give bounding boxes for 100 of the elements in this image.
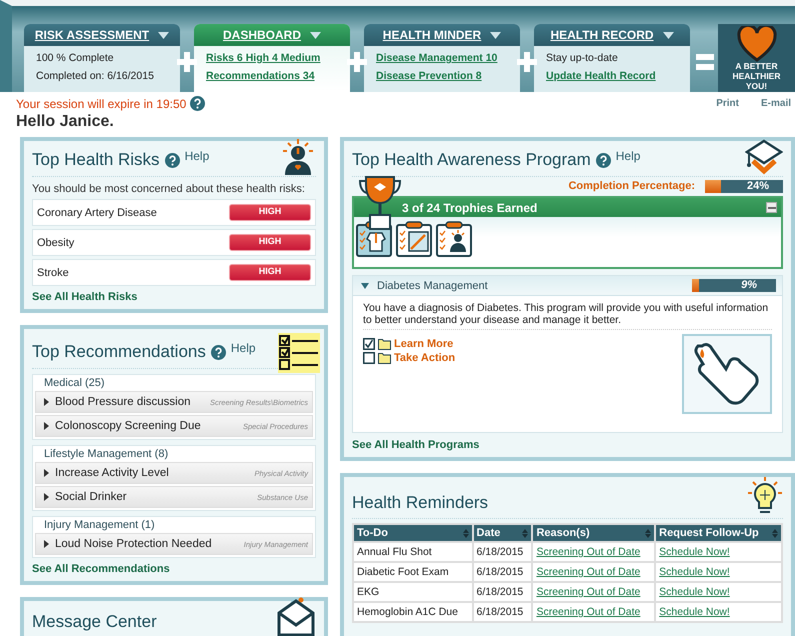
table-cell: Diabetic Foot Exam [354,563,472,581]
intro-text: You should be most concerned about these health risks: [32,183,306,195]
collapse-icon[interactable] [361,282,369,288]
nav-tab[interactable]: RISK ASSESSMENT 100 % Complete Completed on: 6/16/2015 [24,24,180,92]
plus-icon [177,52,197,72]
program-description: You have a diagnosis of Diabetes. This program will provide you with useful information to better understand your disease and manage it better. [363,302,772,330]
reason-link[interactable]: Screening Out of Date [536,546,640,558]
task-link[interactable]: Take Action [394,352,456,364]
clipboard-syringe-icon[interactable] [396,221,432,257]
nav-tab[interactable]: HEALTH MINDER Disease Management 10 Disease Prevention 8 [364,24,520,92]
group-title: Injury Management (1) [43,519,156,531]
table-cell: 6/18/2015 [474,603,532,621]
clipboard-person-icon[interactable] [436,221,472,257]
sort-icon [772,528,778,538]
card-title: Top Health Risks [32,150,160,170]
tab-text: Stay up-to-date [546,52,619,64]
column-header[interactable]: To-Do [354,525,472,541]
tab-link[interactable]: Risks 6 High 4 Medium [206,52,338,64]
risk-name: Coronary Artery Disease [37,206,157,218]
reason-link[interactable]: Screening Out of Date [536,606,640,618]
triangle-icon [44,422,49,430]
heart-icon [736,26,776,62]
plus-icon [347,52,367,72]
tab-text: Completed on: 6/16/2015 [36,70,155,82]
tab-text: 100 % Complete [36,52,115,64]
risk-level: HIGH [229,204,311,221]
risk-level: HIGH [229,264,311,281]
sort-icon [462,528,469,538]
equals-icon [696,54,714,70]
risk-name: Obesity [37,236,74,248]
progress-reading: 24% [746,180,770,192]
nav-tab[interactable]: DASHBOARD Risks 6 High 4 Medium Recommendations 34 [194,24,350,92]
reason-link[interactable]: Screening Out of Date [536,566,640,578]
triangle-icon [44,540,49,548]
card-title: Message Center [32,612,157,632]
see-all-link[interactable]: See All Health Risks [32,291,316,303]
print-link[interactable]: Print [716,98,739,109]
schedule-link[interactable]: Schedule Now! [659,546,730,558]
table-cell: EKG [354,583,472,601]
table-cell: 6/18/2015 [474,543,532,561]
folder-icon [378,338,391,350]
help-icon[interactable] [164,152,180,168]
help-link[interactable]: Help [616,149,640,163]
risk-level: HIGH [229,234,311,251]
collapse-button[interactable] [766,202,777,213]
table-cell: 6/18/2015 [474,583,532,601]
email-link[interactable]: E-mail [760,98,791,109]
group-title: Medical (25) [43,377,106,389]
schedule-link[interactable]: Schedule Now! [659,586,730,598]
checkbox[interactable] [363,352,375,364]
session-notice: Your session will expire in 19:50 [16,96,186,110]
column-header[interactable]: Reason(s) [533,525,654,541]
checklist-icon [278,333,320,373]
reason-link[interactable]: Screening Out of Date [536,586,640,598]
caret-icon [490,32,502,38]
sort-icon [645,528,652,538]
table-cell: 6/18/2015 [474,563,532,581]
table-cell: Hemoglobin A1C Due [354,603,472,621]
sort-icon [522,528,528,538]
help-link[interactable]: Help [184,149,210,163]
see-all-link[interactable]: See All Recommendations [32,563,316,575]
completion-label: Completion Percentage: [568,180,695,192]
program-name[interactable]: Diabetes Management [377,280,488,292]
tab-link[interactable]: Disease Prevention 8 [376,70,508,82]
tab-link[interactable]: Update Health Record [546,70,678,82]
graduation-cap-icon [745,139,783,175]
schedule-link[interactable]: Schedule Now! [659,606,730,618]
clipboard-coat-icon[interactable] [356,221,392,257]
finger-drop-icon [682,334,772,414]
schedule-link[interactable]: Schedule Now! [659,566,730,578]
nav-tab[interactable]: HEALTH RECORD Stay up-to-date Update Health Record [534,24,690,92]
greeting: Hello Janice. [15,112,115,132]
triangle-icon [44,469,49,477]
card-title: Health Reminders [352,493,488,513]
column-header[interactable]: Date [474,525,532,541]
slogan: A BETTER HEALTHIER YOU! [731,62,782,92]
caret-icon [158,32,170,38]
help-icon[interactable] [596,152,611,168]
checkbox[interactable] [363,338,375,350]
help-link[interactable]: Help [230,341,256,355]
tab-link[interactable]: Recommendations 34 [206,70,338,82]
table-cell: Annual Flu Shot [354,543,472,561]
triangle-icon [44,398,49,406]
card-title: Top Health Awareness Program [352,150,591,170]
see-all-link[interactable]: See All Health Programs [352,439,783,451]
card-title: Top Recommendations [32,342,206,362]
tab-link[interactable]: Disease Management 10 [376,52,508,64]
light-bulb-icon [747,477,783,515]
person-alert-icon [280,139,316,175]
progress-reading: 9% [740,279,758,291]
task-link[interactable]: Learn More [394,338,454,350]
help-icon[interactable] [190,96,206,111]
risk-name: Stroke [37,266,69,278]
plus-icon [517,52,537,72]
caret-icon [310,32,321,38]
column-header[interactable]: Request Follow-Up [656,525,781,541]
folder-icon [378,352,391,364]
help-icon[interactable] [210,344,226,360]
trophies-title: 3 of 24 Trophies Earned [402,200,538,214]
caret-icon [662,32,674,38]
